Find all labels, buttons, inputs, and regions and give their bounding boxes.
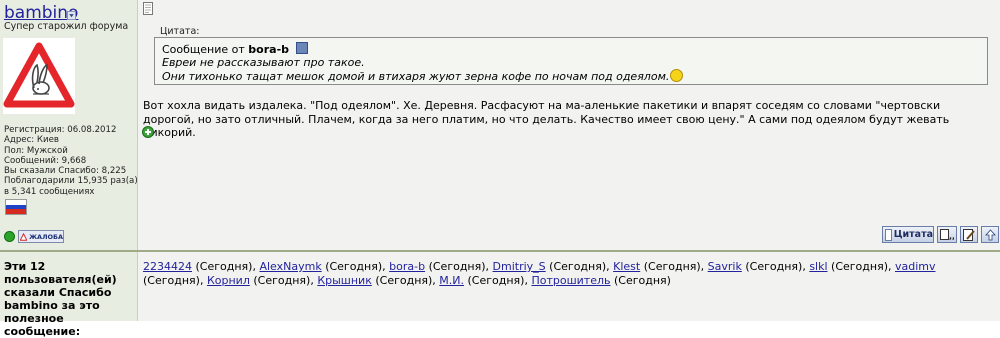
thanks-entry: AlexNaymk (Сегодня),	[259, 260, 385, 273]
view-post-icon[interactable]	[295, 42, 308, 54]
quote-block: Сообщение от bora-b Евреи не рассказываю…	[154, 37, 988, 85]
scroll-top-button[interactable]	[981, 226, 999, 243]
thanks-user-link[interactable]: Потрошитель	[531, 274, 610, 287]
report-label: ЖАЛОБА	[29, 232, 63, 241]
thanks-user-list: 2234424 (Сегодня), AlexNaymk (Сегодня), …	[143, 260, 983, 288]
quote-label: Цитата:	[160, 26, 200, 37]
report-button[interactable]: ЖАЛОБА	[18, 230, 64, 243]
svg-text:,,: ,,	[949, 232, 954, 241]
thanks-user-link[interactable]: Klest	[613, 260, 640, 273]
edit-icon	[963, 229, 975, 241]
info-thanks-given: Вы сказали Спасибо: 8,225	[4, 166, 127, 177]
thanks-user-link[interactable]: Корнил	[207, 274, 250, 287]
thanks-entry: М.И. (Сегодня),	[439, 274, 528, 287]
thanks-entry: Крышник (Сегодня),	[317, 274, 435, 287]
thanks-user-link[interactable]: М.И.	[439, 274, 464, 287]
info-address: Адрес: Киев	[4, 135, 59, 146]
thanks-when: (Сегодня),	[143, 274, 204, 287]
post-body: Вот хохла видать издалека. "Под одеялом"…	[143, 99, 950, 139]
thanks-user-link[interactable]: Крышник	[317, 274, 372, 287]
quote-author: bora-b	[248, 43, 290, 56]
thanks-entry: 2234424 (Сегодня),	[143, 260, 256, 273]
quote-header-prefix: Сообщение от	[162, 43, 245, 56]
thanks-entry: Klest (Сегодня),	[613, 260, 704, 273]
thanks-user-link[interactable]: vadimv	[895, 260, 936, 273]
thanks-when: (Сегодня)	[614, 274, 671, 287]
flag-stripe	[6, 209, 26, 214]
quote-line: Евреи не рассказывают про такое.	[162, 56, 365, 69]
thanks-when: (Сегодня),	[467, 274, 528, 287]
thanks-when: (Сегодня),	[195, 260, 256, 273]
user-menu-dropdown-icon[interactable]	[67, 11, 76, 20]
user-title: Супер старожил форума	[4, 21, 129, 32]
thanks-user-link[interactable]: AlexNaymk	[259, 260, 321, 273]
thanks-user-link[interactable]: Dmitriy_S	[493, 260, 546, 273]
thanks-when: (Сегодня),	[375, 274, 436, 287]
thanks-when: (Сегодня),	[253, 274, 314, 287]
info-gender: Пол: Мужской	[4, 145, 68, 156]
thanks-entry: Savrik (Сегодня),	[708, 260, 806, 273]
quote-page-icon	[885, 228, 892, 241]
info-registration: Регистрация: 06.08.2012	[4, 125, 117, 135]
thanks-sidebar: Эти 12 пользователя(ей) сказали Спасибо …	[0, 252, 138, 338]
info-posts: Сообщений: 9,668	[4, 155, 87, 166]
online-dot-icon	[4, 231, 15, 242]
thanks-when: (Сегодня),	[831, 260, 892, 273]
edit-button[interactable]	[960, 226, 978, 243]
thanks-when: (Сегодня),	[549, 260, 610, 273]
thanks-when: (Сегодня),	[643, 260, 705, 273]
country-flag-icon	[5, 199, 27, 215]
add-icon[interactable]	[142, 126, 154, 138]
thanks-area: 2234424 (Сегодня), AlexNaymk (Сегодня), …	[138, 252, 1000, 321]
thanks-entry: Dmitriy_S (Сегодня),	[493, 260, 610, 273]
quote-button[interactable]: Цитата	[882, 226, 934, 243]
thanks-entry: bora-b (Сегодня),	[389, 260, 489, 273]
thanks-entry: Потрошитель (Сегодня)	[531, 274, 671, 287]
quote-line-with-smile: Они тихонько тащат мешок домой и втихаря…	[162, 69, 684, 83]
thanks-when: (Сегодня),	[745, 260, 806, 273]
arrow-up-icon	[985, 229, 996, 241]
thanks-entry: slkl (Сегодня),	[809, 260, 891, 273]
avatar[interactable]	[3, 38, 75, 114]
user-sidebar: bambino Супер старожил форума Регистраци…	[0, 0, 138, 250]
quote-button-label: Цитата	[893, 229, 933, 240]
info-thanks-posts: в 5,341 сообщениях	[4, 186, 95, 197]
thanks-when: (Сегодня),	[325, 260, 386, 273]
info-thanks-received: Поблагодарили 15,935 раз(а)	[4, 176, 138, 187]
post-document-icon	[143, 2, 153, 15]
thanks-entry: Корнил (Сегодня),	[207, 274, 314, 287]
thanks-when: (Сегодня),	[428, 260, 490, 273]
forum-post: bambino Супер старожил форума Регистраци…	[0, 0, 1000, 250]
thanks-user-link[interactable]: bora-b	[389, 260, 425, 273]
multi-quote-button[interactable]: ,,	[937, 226, 957, 243]
thanks-user-link[interactable]: Savrik	[708, 260, 742, 273]
warning-icon	[20, 232, 28, 241]
user-info: Регистрация: 06.08.2012 Адрес: Киев Пол:…	[4, 125, 138, 197]
thanks-user-link[interactable]: 2234424	[143, 260, 192, 273]
multi-quote-icon: ,,	[940, 229, 954, 241]
smile-icon	[670, 69, 684, 82]
quote-line: Они тихонько тащат мешок домой и втихаря…	[162, 70, 670, 83]
thanks-label: Эти 12 пользователя(ей) сказали Спасибо …	[4, 260, 117, 338]
warning-rabbit-sign-icon	[3, 42, 75, 108]
quote-header: Сообщение от bora-b	[162, 42, 308, 56]
thanks-user-link[interactable]: slkl	[809, 260, 827, 273]
